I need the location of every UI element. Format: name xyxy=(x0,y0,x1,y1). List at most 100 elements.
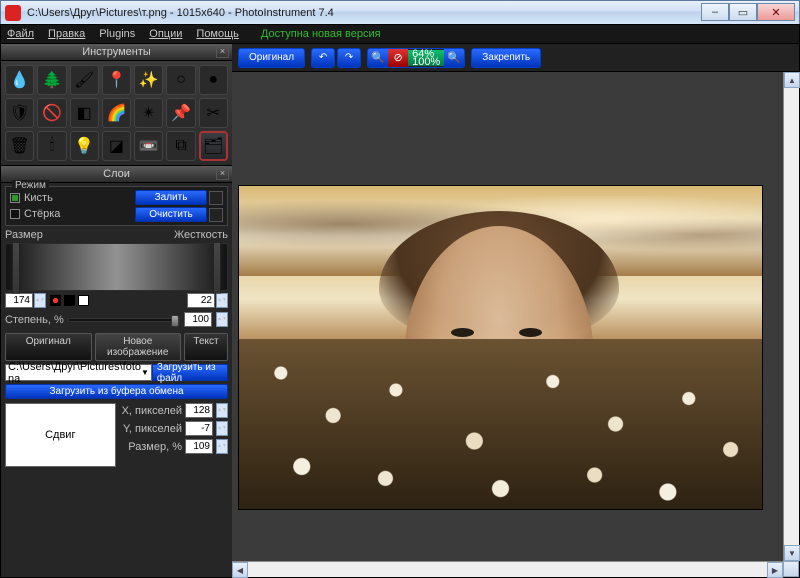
size-slider-handle[interactable] xyxy=(12,242,20,294)
tools-panel-header: Инструменты × xyxy=(1,44,232,61)
mode-eraser[interactable]: Стёрка xyxy=(10,208,60,220)
tool-trash[interactable]: 🗑 xyxy=(5,131,34,161)
tool-layers-tool[interactable]: 🗂 xyxy=(199,131,228,161)
size-input[interactable]: 174 xyxy=(5,293,33,308)
size-label: Размер xyxy=(5,229,43,241)
clear-opts-icon[interactable] xyxy=(209,208,223,222)
offset-x-spinner[interactable]: ▲▼ xyxy=(216,403,228,418)
offset-size-input[interactable]: 109 xyxy=(185,439,213,454)
zoom-control: 🔍 ⊘ 64%100% 🔍 xyxy=(367,48,465,68)
zoom-readout: 64%100% xyxy=(408,50,444,66)
tool-gradient-bw[interactable]: ◧ xyxy=(70,98,99,128)
horizontal-scrollbar[interactable]: ◀ ▶ xyxy=(232,561,783,577)
offset-y-spinner[interactable]: ▲▼ xyxy=(216,421,228,436)
tool-dodge[interactable]: ○ xyxy=(166,65,195,95)
vertical-scrollbar[interactable]: ▲ ▼ xyxy=(783,72,799,561)
tool-candle[interactable]: 🕯 xyxy=(37,131,66,161)
tool-brush[interactable]: 🖌 xyxy=(70,65,99,95)
main-toolbar: Оригинал ↶ ↷ 🔍 ⊘ 64%100% 🔍 Закрепить xyxy=(232,44,799,72)
scroll-up-icon[interactable]: ▲ xyxy=(784,72,800,88)
window-minimize[interactable]: – xyxy=(701,3,729,21)
menu-edit[interactable]: Правка xyxy=(48,28,85,40)
tool-pin[interactable]: 📌 xyxy=(166,98,195,128)
zoom-reset-button[interactable]: ⊘ xyxy=(388,49,408,67)
app-icon xyxy=(5,5,21,21)
color-swatch-black-icon[interactable] xyxy=(64,295,75,306)
offset-y-label: Y, пикселей xyxy=(123,423,182,435)
tab-newimage[interactable]: Новое изображение xyxy=(95,333,182,361)
tab-text[interactable]: Текст xyxy=(184,333,228,361)
scroll-left-icon[interactable]: ◀ xyxy=(232,562,248,578)
degree-spinner[interactable]: ▲▼ xyxy=(216,312,228,327)
canvas-image xyxy=(238,185,763,510)
undo-button[interactable]: ↶ xyxy=(311,48,335,68)
clear-button[interactable]: Очистить xyxy=(135,207,207,222)
mode-brush[interactable]: Кисть xyxy=(10,192,60,204)
file-path-select[interactable]: C:\Users\Друг\Pictures\foto na▼ xyxy=(5,364,152,381)
hardness-slider-handle[interactable] xyxy=(213,242,221,294)
offset-x-input[interactable]: 128 xyxy=(185,403,213,418)
tab-original[interactable]: Оригинал xyxy=(5,333,92,361)
menu-options[interactable]: Опции xyxy=(149,28,182,40)
tool-nosign[interactable]: 🚫 xyxy=(37,98,66,128)
fill-opts-icon[interactable] xyxy=(209,191,223,205)
hardness-input[interactable]: 22 xyxy=(187,293,215,308)
tool-stamp[interactable]: 📍 xyxy=(102,65,131,95)
layers-panel-close[interactable]: × xyxy=(216,167,229,180)
tool-burn[interactable]: ● xyxy=(199,65,228,95)
tool-bulb[interactable]: 💡 xyxy=(70,131,99,161)
scroll-down-icon[interactable]: ▼ xyxy=(784,545,800,561)
hardness-label: Жесткость xyxy=(174,229,228,241)
tool-shield[interactable]: 🛡 xyxy=(5,98,34,128)
offset-x-label: X, пикселей xyxy=(122,405,182,417)
color-swatch-white-icon[interactable] xyxy=(78,295,89,306)
window-title: C:\Users\Друг\Pictures\т.png - 1015x640 … xyxy=(27,7,334,19)
load-file-button[interactable]: Загрузить из файл xyxy=(152,364,228,381)
size-spinner[interactable]: ▲▼ xyxy=(34,293,46,308)
degree-slider[interactable] xyxy=(68,318,180,322)
scroll-corner xyxy=(783,561,799,577)
color-swatch-red-icon[interactable] xyxy=(50,295,61,306)
menu-update-notice[interactable]: Доступна новая версия xyxy=(261,28,381,40)
tool-tape[interactable]: 📼 xyxy=(134,131,163,161)
offset-size-label: Размер, % xyxy=(128,441,182,453)
window-maximize[interactable]: ▭ xyxy=(729,3,757,21)
canvas[interactable] xyxy=(232,72,783,561)
mode-box: Режим Кисть Стёрка Залить Очистить xyxy=(5,186,228,226)
fill-button[interactable]: Залить xyxy=(135,190,207,205)
zoom-out-button[interactable]: 🔍 xyxy=(368,49,388,67)
toolbar-fix-button[interactable]: Закрепить xyxy=(471,48,541,68)
chevron-down-icon: ▼ xyxy=(141,368,149,377)
tool-droplet[interactable]: 💧 xyxy=(5,65,34,95)
tool-tree[interactable]: 🌲 xyxy=(37,65,66,95)
offset-size-spinner[interactable]: ▲▼ xyxy=(216,439,228,454)
menu-plugins[interactable]: Plugins xyxy=(99,28,135,40)
window-titlebar: C:\Users\Друг\Pictures\т.png - 1015x640 … xyxy=(0,0,800,24)
degree-label: Степень, % xyxy=(5,314,64,326)
window-close[interactable]: ✕ xyxy=(757,3,795,21)
degree-input[interactable]: 100 xyxy=(184,312,212,327)
offset-y-input[interactable]: -7 xyxy=(185,421,213,436)
shift-pad[interactable]: Сдвиг xyxy=(5,403,116,467)
mode-label: Режим xyxy=(12,180,49,191)
zoom-in-button[interactable]: 🔍 xyxy=(444,49,464,67)
tool-overlap[interactable]: ⧉ xyxy=(166,131,195,161)
tool-gradient-color[interactable]: 🌈 xyxy=(102,98,131,128)
load-clipboard-button[interactable]: Загрузить из буфера обмена xyxy=(5,384,228,399)
hardness-spinner[interactable]: ▲▼ xyxy=(216,293,228,308)
brush-preview[interactable] xyxy=(5,243,228,291)
checkbox-eraser-icon xyxy=(10,209,20,219)
redo-button[interactable]: ↷ xyxy=(337,48,361,68)
menu-help[interactable]: Помощь xyxy=(196,28,239,40)
degree-thumb[interactable] xyxy=(171,315,179,327)
tool-glow[interactable]: ✨ xyxy=(134,65,163,95)
menu-file[interactable]: Файл xyxy=(7,28,34,40)
toolbar-original-button[interactable]: Оригинал xyxy=(238,48,305,68)
tool-scissors[interactable]: ✂ xyxy=(199,98,228,128)
tools-panel-close[interactable]: × xyxy=(216,45,229,58)
tool-wand[interactable]: ✴ xyxy=(134,98,163,128)
scroll-right-icon[interactable]: ▶ xyxy=(767,562,783,578)
menubar: Файл Правка Plugins Опции Помощь Доступн… xyxy=(0,24,800,44)
tool-grid: 💧🌲🖌📍✨○● 🛡🚫◧🌈✴📌✂ 🗑🕯💡◪📼⧉🗂 xyxy=(1,61,232,166)
tool-eraser[interactable]: ◪ xyxy=(102,131,131,161)
